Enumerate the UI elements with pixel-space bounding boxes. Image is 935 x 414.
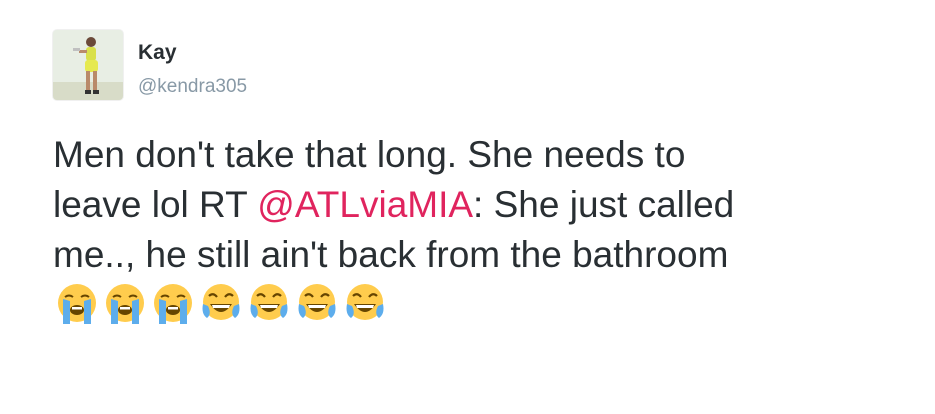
avatar[interactable] [53, 30, 123, 100]
loudly-crying-face-icon [154, 284, 192, 324]
face-with-tears-of-joy-icon [298, 284, 336, 320]
tweet-text-segment: leave lol RT [53, 184, 258, 225]
display-name[interactable]: Kay [138, 41, 177, 65]
tweet-text: Men don't take that long. She needs to l… [53, 130, 913, 280]
tweet-text-segment: : She just called [473, 184, 735, 225]
tweet-text-line: leave lol RT @ATLviaMIA: She just called [53, 180, 913, 230]
emoji-row [55, 282, 387, 326]
tweet: Kay @kendra305 Men don't take that long.… [0, 0, 935, 414]
tweet-text-line: Men don't take that long. She needs to [53, 134, 686, 175]
tweet-text-line: me.., he still ain't back from the bathr… [53, 234, 729, 275]
loudly-crying-face-icon [58, 284, 96, 324]
face-with-tears-of-joy-icon [202, 284, 240, 320]
mention-link[interactable]: @ATLviaMIA [257, 184, 473, 225]
avatar-photo [53, 30, 123, 100]
loudly-crying-face-icon [106, 284, 144, 324]
face-with-tears-of-joy-icon [346, 284, 384, 320]
user-handle[interactable]: @kendra305 [138, 76, 247, 98]
face-with-tears-of-joy-icon [250, 284, 288, 320]
